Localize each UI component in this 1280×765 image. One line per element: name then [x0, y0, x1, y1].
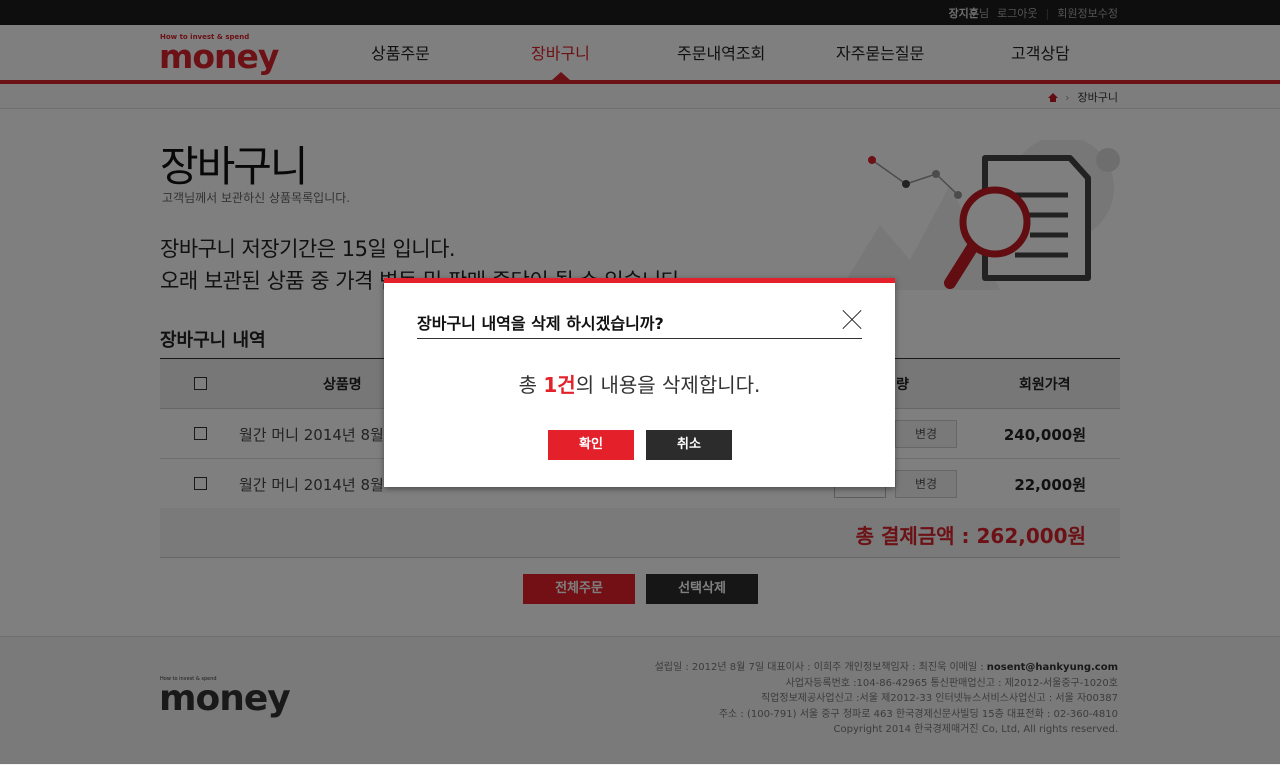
cancel-button[interactable]: 취소	[646, 430, 732, 460]
delete-count: 1건	[543, 373, 576, 397]
dialog-divider	[417, 338, 862, 339]
confirm-button[interactable]: 확인	[548, 430, 634, 460]
delete-confirm-dialog: 장바구니 내역을 삭제 하시겠습니까? 총 1건의 내용을 삭제합니다. 확인 …	[384, 278, 895, 487]
close-icon[interactable]	[842, 310, 862, 330]
dialog-title: 장바구니 내역을 삭제 하시겠습니까?	[417, 314, 664, 333]
dialog-message: 총 1건의 내용을 삭제합니다.	[518, 373, 761, 397]
